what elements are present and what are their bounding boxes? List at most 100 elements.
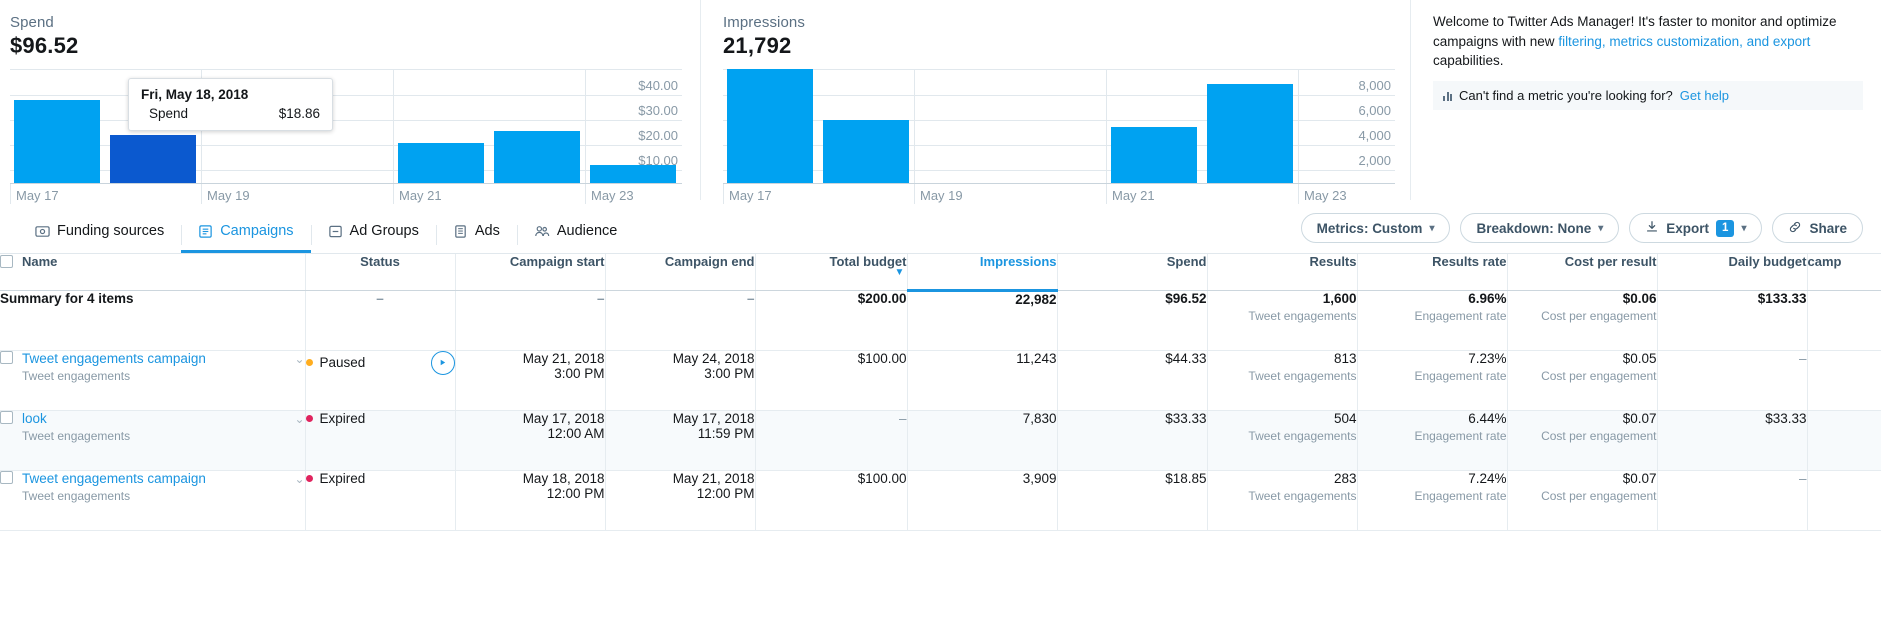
row-impressions: 3,909: [907, 470, 1057, 530]
impressions-bar-may18[interactable]: [823, 120, 909, 183]
summary-cost-per-result: $0.06 Cost per engagement: [1507, 290, 1657, 350]
value-sub: Tweet engagements: [1208, 369, 1357, 383]
row-campaign-start: May 17, 2018 12:00 AM: [455, 410, 605, 470]
breakdown-dropdown-button[interactable]: Breakdown: None ▾: [1460, 213, 1619, 243]
share-button[interactable]: Share: [1772, 213, 1863, 243]
value: 6.44%: [1358, 411, 1507, 426]
value: $0.06: [1508, 291, 1657, 306]
campaign-objective: Tweet engagements: [22, 369, 206, 383]
row-checkbox[interactable]: [0, 411, 13, 424]
end-time: 12:00 PM: [606, 486, 755, 501]
row-total-budget: $100.00: [755, 470, 907, 530]
campaign-name-link[interactable]: look: [22, 411, 47, 426]
table-row[interactable]: Tweet engagements campaign Tweet engagem…: [0, 350, 1881, 410]
get-help-link[interactable]: Get help: [1680, 88, 1729, 103]
impressions-bar-may22[interactable]: [1207, 84, 1293, 183]
impressions-chart-value: 21,792: [723, 33, 1410, 59]
column-header-campaign-end[interactable]: Campaign end: [605, 254, 755, 290]
column-header-results-rate[interactable]: Results rate: [1357, 254, 1507, 290]
row-results-rate: 7.24% Engagement rate: [1357, 470, 1507, 530]
table-row[interactable]: look Tweet engagements ⌄ Expired May 17,…: [0, 410, 1881, 470]
spend-chart-tooltip: Fri, May 18, 2018 Spend $18.86: [128, 78, 333, 131]
end-date: May 17, 2018: [606, 411, 755, 426]
status-label: Expired: [320, 411, 366, 426]
column-header-camp[interactable]: camp: [1807, 254, 1881, 290]
ad-groups-icon: [328, 224, 343, 239]
row-results: 813 Tweet engagements: [1207, 350, 1357, 410]
row-campaign-end: May 24, 2018 3:00 PM: [605, 350, 755, 410]
column-header-spend[interactable]: Spend: [1057, 254, 1207, 290]
summary-label: Summary for 4 items: [0, 290, 305, 350]
value: $0.07: [1508, 411, 1657, 426]
metrics-dropdown-button[interactable]: Metrics: Custom ▾: [1301, 213, 1451, 243]
value-sub: Engagement rate: [1358, 489, 1507, 503]
tabs-group: Funding sources Campaigns Ad Groups Ads …: [18, 200, 634, 253]
impressions-ytick-4000: 4,000: [1358, 128, 1391, 145]
export-label: Export: [1666, 221, 1709, 236]
funding-sources-icon: [35, 224, 50, 239]
summary-results-rate: 6.96% Engagement rate: [1357, 290, 1507, 350]
spend-ytick-20: $20.00: [638, 128, 678, 145]
welcome-features-link[interactable]: filtering, metrics customization, and ex…: [1558, 34, 1810, 49]
tab-campaigns[interactable]: Campaigns: [181, 223, 310, 253]
row-checkbox[interactable]: [0, 471, 13, 484]
column-header-name[interactable]: Name: [0, 254, 305, 290]
value-sub: Cost per engagement: [1508, 489, 1657, 503]
campaign-objective: Tweet engagements: [22, 429, 130, 443]
row-spend: $44.33: [1057, 350, 1207, 410]
spend-bar-may23[interactable]: [590, 165, 676, 183]
bar-chart-icon: [1443, 90, 1452, 101]
value: 813: [1208, 351, 1357, 366]
row-results-rate: 6.44% Engagement rate: [1357, 410, 1507, 470]
row-name-cell: Tweet engagements campaign Tweet engagem…: [0, 470, 305, 530]
chevron-down-icon[interactable]: ⌄: [294, 351, 304, 366]
campaign-name-link[interactable]: Tweet engagements campaign: [22, 351, 206, 366]
spend-bar-may21[interactable]: [398, 143, 484, 183]
table-row[interactable]: Tweet engagements campaign Tweet engagem…: [0, 470, 1881, 530]
summary-daily-budget: $133.33: [1657, 290, 1807, 350]
select-all-checkbox[interactable]: [0, 255, 13, 268]
status-dot: [306, 415, 313, 422]
column-header-impressions[interactable]: ▼ Impressions: [907, 254, 1057, 290]
impressions-bar-may21[interactable]: [1111, 127, 1197, 183]
start-time: 12:00 AM: [456, 426, 605, 441]
value-sub: Tweet engagements: [1208, 309, 1357, 323]
tab-ads[interactable]: Ads: [436, 223, 517, 253]
value-sub: Tweet engagements: [1208, 489, 1357, 503]
column-header-status[interactable]: Status: [305, 254, 455, 290]
tab-audience[interactable]: Audience: [517, 223, 634, 253]
spend-bar-may22[interactable]: [494, 131, 580, 183]
start-time: 3:00 PM: [456, 366, 605, 381]
summary-row: Summary for 4 items – – – $200.00 22,982…: [0, 290, 1881, 350]
column-header-results[interactable]: Results: [1207, 254, 1357, 290]
chevron-down-icon[interactable]: ⌄: [294, 411, 304, 426]
export-button[interactable]: Export 1 ▾: [1629, 213, 1762, 243]
row-campaign-start: May 21, 2018 3:00 PM: [455, 350, 605, 410]
value: $0.05: [1508, 351, 1657, 366]
campaign-name-link[interactable]: Tweet engagements campaign: [22, 471, 206, 486]
row-campaign-end: May 17, 2018 11:59 PM: [605, 410, 755, 470]
column-header-cost-per-result[interactable]: Cost per result: [1507, 254, 1657, 290]
download-icon: [1645, 220, 1659, 237]
start-date: May 17, 2018: [456, 411, 605, 426]
impressions-bar-may17[interactable]: [727, 69, 813, 183]
row-checkbox[interactable]: [0, 351, 13, 364]
value-sub: Cost per engagement: [1508, 309, 1657, 323]
end-date: May 24, 2018: [606, 351, 755, 366]
chevron-down-icon[interactable]: ⌄: [294, 471, 304, 486]
tab-ad-groups[interactable]: Ad Groups: [311, 223, 436, 253]
spend-bar-may17[interactable]: [14, 100, 100, 183]
column-header-daily-budget[interactable]: Daily budget: [1657, 254, 1807, 290]
chevron-down-icon: ▾: [1741, 223, 1746, 234]
column-header-total-budget[interactable]: Total budget: [755, 254, 907, 290]
row-impressions: 11,243: [907, 350, 1057, 410]
value-sub: Tweet engagements: [1208, 429, 1357, 443]
row-status-cell: Expired: [305, 470, 455, 530]
tab-funding-sources[interactable]: Funding sources: [18, 223, 181, 253]
column-header-campaign-start[interactable]: Campaign start: [455, 254, 605, 290]
resume-campaign-button[interactable]: [431, 351, 455, 375]
status-label: Expired: [320, 471, 366, 486]
status-badge: Expired: [306, 411, 366, 426]
spend-bar-may18[interactable]: [110, 135, 196, 183]
row-camp: [1807, 410, 1881, 470]
